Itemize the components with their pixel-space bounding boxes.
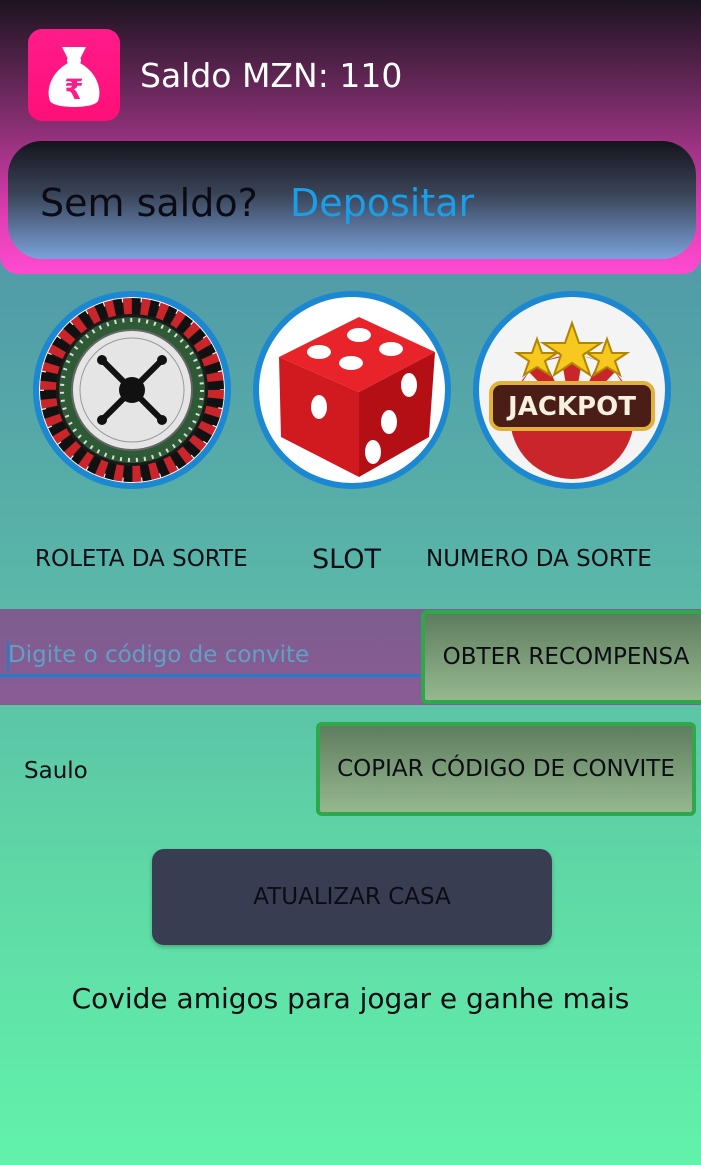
game-label-slot: SLOT	[312, 544, 381, 575]
balance-text: Saldo MZN: 110	[140, 56, 403, 95]
invite-friends-text: Covide amigos para jogar e ganhe mais	[71, 982, 630, 1015]
username: Saulo	[24, 758, 88, 784]
upgrade-house-button[interactable]: ATUALIZAR CASA	[152, 849, 552, 945]
header: ₹ Saldo MZN: 110 Sem saldo? Depositar	[0, 0, 701, 274]
deposit-card: Sem saldo? Depositar	[8, 141, 696, 259]
redeem-reward-button[interactable]: OBTER RECOMPENSA	[421, 610, 701, 704]
text-cursor	[7, 641, 9, 672]
game-label-lucky-number: NUMERO DA SORTE	[426, 546, 652, 572]
game-lucky-number-button[interactable]: JACKPOT	[473, 291, 671, 489]
red-dice-icon	[259, 297, 445, 483]
roulette-wheel-icon	[39, 297, 225, 483]
game-roulette-button[interactable]	[33, 291, 231, 489]
invite-code-input[interactable]	[0, 636, 420, 677]
game-slot-button[interactable]	[253, 291, 451, 489]
deposit-link[interactable]: Depositar	[290, 181, 474, 225]
jackpot-text: JACKPOT	[506, 392, 636, 422]
deposit-prompt: Sem saldo?	[40, 181, 258, 225]
game-label-roulette: ROLETA DA SORTE	[35, 546, 248, 572]
copy-invite-code-button[interactable]: COPIAR CÓDIGO DE CONVITE	[316, 722, 696, 816]
money-bag-rupee-icon: ₹	[28, 29, 120, 121]
jackpot-icon: JACKPOT	[479, 297, 665, 483]
svg-text:₹: ₹	[64, 73, 83, 106]
